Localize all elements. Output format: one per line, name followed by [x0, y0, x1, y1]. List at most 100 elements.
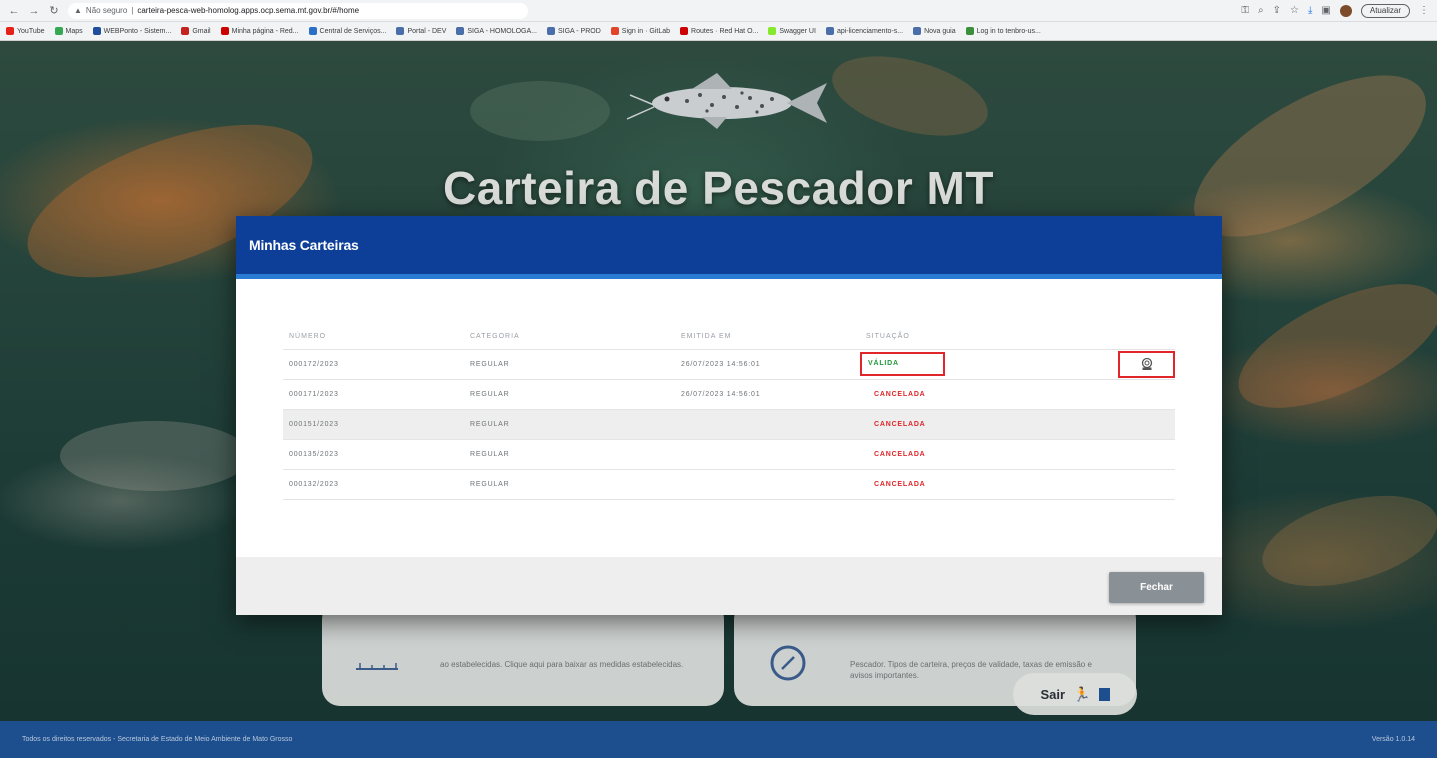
bookmark-item[interactable]: SIGA - PROD [547, 27, 601, 35]
download-icon[interactable]: ⤓ [1308, 5, 1312, 16]
close-button[interactable]: Fechar [1109, 572, 1204, 603]
compass-icon [770, 645, 806, 681]
print-wallet-button[interactable] [1118, 350, 1175, 378]
footer-version: Versão 1.0.14 [1371, 736, 1415, 743]
modal-title: Minhas Carteiras [249, 237, 359, 253]
bookmark-label: Minha página - Red... [231, 27, 299, 35]
cell-actions [1110, 349, 1175, 380]
gitlab-icon [610, 27, 619, 35]
gmail-icon [181, 27, 190, 35]
globe-icon [825, 27, 834, 35]
cell-actions [1110, 469, 1175, 500]
bookmark-item[interactable]: Routes · Red Hat O... [680, 27, 758, 35]
bookmark-label: WEBPonto - Sistem... [103, 27, 172, 35]
bookmark-label: Swagger UI [779, 27, 816, 35]
bookmark-item[interactable]: Log in to tenbro-us... [965, 27, 1041, 35]
modal-body: NÚMERO CATEGORIA EMITIDA EM SITUAÇÃO 000… [236, 284, 1222, 557]
cell-actions [1110, 379, 1175, 410]
bookmark-item[interactable]: Minha página - Red... [220, 27, 299, 35]
login-icon [965, 27, 974, 35]
page-title: Carteira de Pescador MT [443, 162, 994, 214]
youtube-icon [6, 27, 14, 35]
key-icon[interactable]: ⚿ [1241, 5, 1249, 16]
info-card-measures[interactable]: ao estabelecidas. Clique aqui para baixa… [322, 601, 724, 706]
status-badge-valid: VÁLIDA [860, 352, 945, 376]
fish-logo [626, 73, 827, 129]
status-badge-cancelled: CANCELADA [874, 390, 926, 398]
cell-situacao: CANCELADA [860, 439, 1110, 470]
share-icon[interactable]: ⇪ [1273, 5, 1281, 16]
cell-emitida: 26/07/2023 14:56:01 [675, 379, 860, 410]
url-text: carteira-pesca-web-homolog.apps.ocp.sema… [137, 6, 360, 15]
menu-icon[interactable]: ⋮ [1419, 5, 1429, 16]
sidepanel-icon[interactable]: ▣ [1321, 5, 1330, 16]
fish-decoration [60, 421, 250, 491]
security-label: Não seguro [85, 6, 128, 15]
bookmark-item[interactable]: Portal - DEV [396, 27, 446, 35]
modal-header: Minhas Carteiras [236, 216, 1222, 279]
bookmark-label: Central de Serviços... [319, 27, 387, 35]
column-header-numero: NÚMERO [283, 325, 464, 350]
cell-actions [1110, 439, 1175, 470]
bookmark-item[interactable]: SIGA - HOMOLOGA... [456, 27, 537, 35]
bookmark-item[interactable]: Nova guia [913, 27, 956, 35]
bookmark-item[interactable]: Swagger UI [768, 27, 816, 35]
fish-decoration [1221, 258, 1437, 434]
globe-icon [913, 27, 922, 35]
status-badge-cancelled: CANCELADA [874, 420, 926, 428]
cell-situacao: CANCELADA [860, 469, 1110, 500]
back-icon[interactable]: ← [8, 5, 20, 17]
cell-emitida [675, 469, 860, 500]
forward-icon[interactable]: → [28, 5, 40, 17]
table-row: 000132/2023 REGULAR CANCELADA [283, 469, 1175, 500]
bookmark-label: Log in to tenbro-us... [976, 27, 1041, 35]
url-separator: | [131, 6, 134, 15]
table-row: 000172/2023 REGULAR 26/07/2023 14:56:01 … [283, 349, 1175, 380]
column-header-categoria: CATEGORIA [464, 325, 675, 350]
cell-categoria: REGULAR [464, 439, 675, 470]
bookmark-item[interactable]: api-licenciamento-s... [825, 27, 903, 35]
bookmark-label: Maps [65, 27, 83, 35]
star-icon[interactable]: ☆ [1290, 5, 1299, 16]
bookmark-item[interactable]: WEBPonto - Sistem... [92, 27, 172, 35]
status-badge-cancelled: CANCELADA [874, 450, 926, 458]
bookmark-item[interactable]: Gmail [181, 27, 211, 35]
table-row: 000135/2023 REGULAR CANCELADA [283, 439, 1175, 470]
cell-numero: 000171/2023 [283, 379, 464, 410]
reload-icon[interactable]: ↻ [48, 4, 60, 17]
bookmark-item[interactable]: YouTube [6, 27, 45, 35]
address-bar[interactable]: ▲ Não seguro | carteira-pesca-web-homolo… [68, 2, 528, 19]
award-badge-icon [1141, 357, 1152, 370]
cell-emitida [675, 409, 860, 440]
bookmark-label: YouTube [17, 27, 45, 35]
avatar[interactable] [1339, 4, 1352, 17]
cell-categoria: REGULAR [464, 349, 675, 380]
exit-door-icon [1098, 687, 1110, 701]
cell-actions [1110, 409, 1175, 440]
cell-situacao: CANCELADA [860, 379, 1110, 410]
card-measures-text: ao estabelecidas. Clique aqui para baixa… [440, 660, 684, 669]
fish-decoration [823, 41, 997, 151]
bookmark-label: Gmail [192, 27, 211, 35]
webponto-icon [92, 27, 101, 35]
bookmark-label: SIGA - HOMOLOGA... [467, 27, 537, 35]
openshift-icon [680, 27, 689, 35]
cell-categoria: REGULAR [464, 409, 675, 440]
bookmark-label: SIGA - PROD [558, 27, 601, 35]
bookmarks-bar: YouTube Maps WEBPonto - Sistem... Gmail Minh… [0, 22, 1437, 41]
cell-situacao: VÁLIDA [860, 349, 1110, 380]
bookmark-item[interactable]: Maps [54, 27, 83, 35]
update-button[interactable]: Atualizar [1360, 3, 1410, 18]
bookmark-item[interactable]: Central de Serviços... [308, 27, 387, 35]
warning-icon: ▲ [74, 6, 82, 15]
cell-numero: 000132/2023 [283, 469, 464, 500]
maps-icon [54, 27, 63, 35]
cell-numero: 000151/2023 [283, 409, 464, 440]
zoom-icon[interactable]: ⌕ [1258, 5, 1264, 16]
ruler-icon [356, 663, 398, 670]
table-row: 000171/2023 REGULAR 26/07/2023 14:56:01 … [283, 379, 1175, 410]
globe-icon [396, 27, 405, 35]
bookmark-item[interactable]: Sign in · GitLab [610, 27, 670, 35]
column-header-situacao: SITUAÇÃO [860, 325, 1110, 350]
logout-button[interactable]: Sair 🏃 [1013, 673, 1137, 715]
